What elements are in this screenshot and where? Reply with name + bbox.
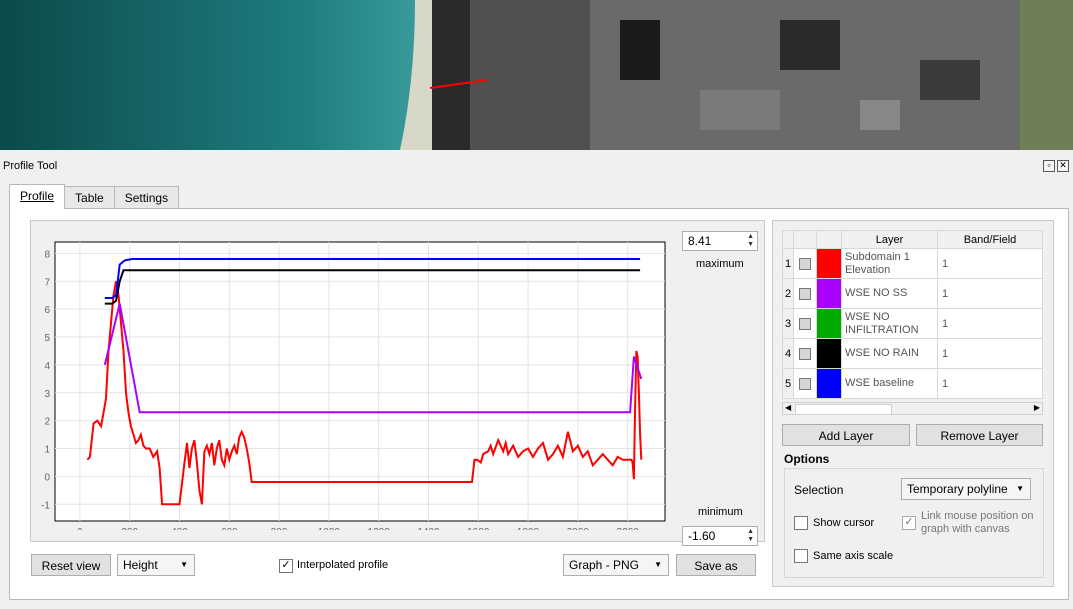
map-imagery — [0, 0, 1073, 150]
link-mouse-checkbox[interactable]: ✓ — [902, 516, 916, 530]
tab-profile[interactable]: Profile — [9, 184, 66, 209]
link-mouse-label: Link mouse position on graph with canvas — [921, 510, 1034, 535]
add-layer-button[interactable]: Add Layer — [782, 424, 910, 446]
map-canvas[interactable] — [0, 0, 1073, 150]
scrollbar-thumb — [795, 404, 892, 415]
table-row[interactable]: 2 WSE NO SS 1 — [782, 278, 1043, 309]
minimum-label: minimum — [698, 506, 743, 518]
table-row[interactable]: 4 WSE NO RAIN 1 — [782, 338, 1043, 369]
layer-color-swatch[interactable] — [817, 279, 841, 308]
row-checkbox — [799, 317, 811, 330]
x-tick-label: 800 — [271, 527, 288, 530]
layer-color-swatch[interactable] — [817, 249, 841, 278]
interpolated-profile-label: Interpolated profile — [297, 559, 389, 571]
y-tick-label: 0 — [44, 472, 50, 483]
tab-table[interactable]: Table — [64, 186, 115, 209]
chevron-down-icon: ▼ — [654, 560, 662, 569]
reset-view-button[interactable]: Reset view — [31, 554, 111, 576]
x-tick-label: 1600 — [467, 527, 490, 530]
table-row[interactable]: 1 Subdomain 1 Elevation 1 — [782, 248, 1043, 279]
x-tick-label: 1000 — [318, 527, 341, 530]
options-heading: Options — [784, 452, 830, 466]
y-tick-label: 1 — [44, 445, 50, 456]
float-icon[interactable]: ▫ — [1043, 160, 1055, 172]
y-tick-label: -1 — [41, 500, 50, 511]
y-tick-label: 6 — [44, 305, 50, 316]
x-tick-label: 0 — [77, 527, 83, 530]
chevron-down-icon: ▼ — [180, 560, 188, 569]
y-tick-label: 5 — [44, 333, 50, 344]
band-column-header[interactable]: Band/Field — [937, 230, 1043, 249]
x-tick-label: 600 — [221, 527, 238, 530]
y-tick-label: 7 — [44, 277, 50, 288]
table-row[interactable]: 3 WSE NO INFILTRATION 1 — [782, 308, 1043, 339]
selection-label: Selection — [794, 483, 844, 497]
maximum-spinbox[interactable]: 8.41 ▲ ▼ — [682, 231, 758, 251]
x-tick-label: 1400 — [417, 527, 440, 530]
panel-title: Profile Tool — [3, 160, 58, 172]
layers-table: Layer Band/Field 1 Subdomain 1 Elevation… — [782, 230, 1043, 399]
plot-area — [54, 241, 666, 522]
chevron-down-icon: ▼ — [1016, 484, 1024, 493]
layer-color-swatch[interactable] — [817, 309, 841, 338]
y-tick-label: 2 — [44, 417, 50, 428]
table-horizontal-scrollbar[interactable]: ◀ ▶ — [782, 402, 1043, 415]
interpolated-profile-checkbox[interactable]: ✓ — [279, 559, 293, 573]
tab-settings[interactable]: Settings — [113, 186, 180, 209]
row-checkbox — [799, 347, 811, 360]
x-tick-label: 400 — [171, 527, 188, 530]
y-tick-label: 3 — [44, 389, 50, 400]
x-tick-label: 2000 — [567, 527, 590, 530]
profile-chart[interactable]: 0 200 400 600 800 1000 1200 1400 1600 1800 2000 220… — [30, 230, 670, 530]
y-tick-label: 8 — [44, 249, 50, 260]
y-tick-label: 4 — [44, 361, 50, 372]
save-as-button[interactable]: Save as — [676, 554, 756, 576]
layer-column-header[interactable]: Layer — [841, 230, 938, 249]
same-axis-scale-label: Same axis scale — [813, 550, 894, 562]
row-checkbox — [799, 377, 811, 390]
height-combo[interactable]: Height ▼ — [117, 554, 195, 576]
layer-color-swatch[interactable] — [817, 369, 841, 398]
x-tick-label: 2200 — [617, 527, 640, 530]
tab-bar: Profile Table Settings — [9, 184, 180, 209]
show-cursor-checkbox[interactable] — [794, 516, 808, 530]
minimum-spinbox[interactable]: -1.60 ▲ ▼ — [682, 526, 758, 546]
same-axis-scale-checkbox[interactable] — [794, 549, 808, 563]
x-tick-label: 1200 — [368, 527, 391, 530]
selection-combo[interactable]: Temporary polyline ▼ — [901, 478, 1031, 500]
show-cursor-label: Show cursor — [813, 517, 875, 529]
row-checkbox — [799, 287, 811, 300]
x-tick-label: 1800 — [517, 527, 540, 530]
maximum-label: maximum — [696, 258, 744, 270]
table-row[interactable]: 5 WSE baseline 1 — [782, 368, 1043, 399]
export-format-combo[interactable]: Graph - PNG ▼ — [563, 554, 669, 576]
scroll-left-icon: ◀ — [785, 403, 792, 412]
x-tick-label: 200 — [121, 527, 138, 530]
remove-layer-button[interactable]: Remove Layer — [916, 424, 1043, 446]
scroll-right-icon: ▶ — [1033, 403, 1040, 412]
close-icon[interactable]: ✕ — [1057, 160, 1069, 172]
layer-color-swatch[interactable] — [817, 339, 841, 368]
row-checkbox — [799, 257, 811, 270]
